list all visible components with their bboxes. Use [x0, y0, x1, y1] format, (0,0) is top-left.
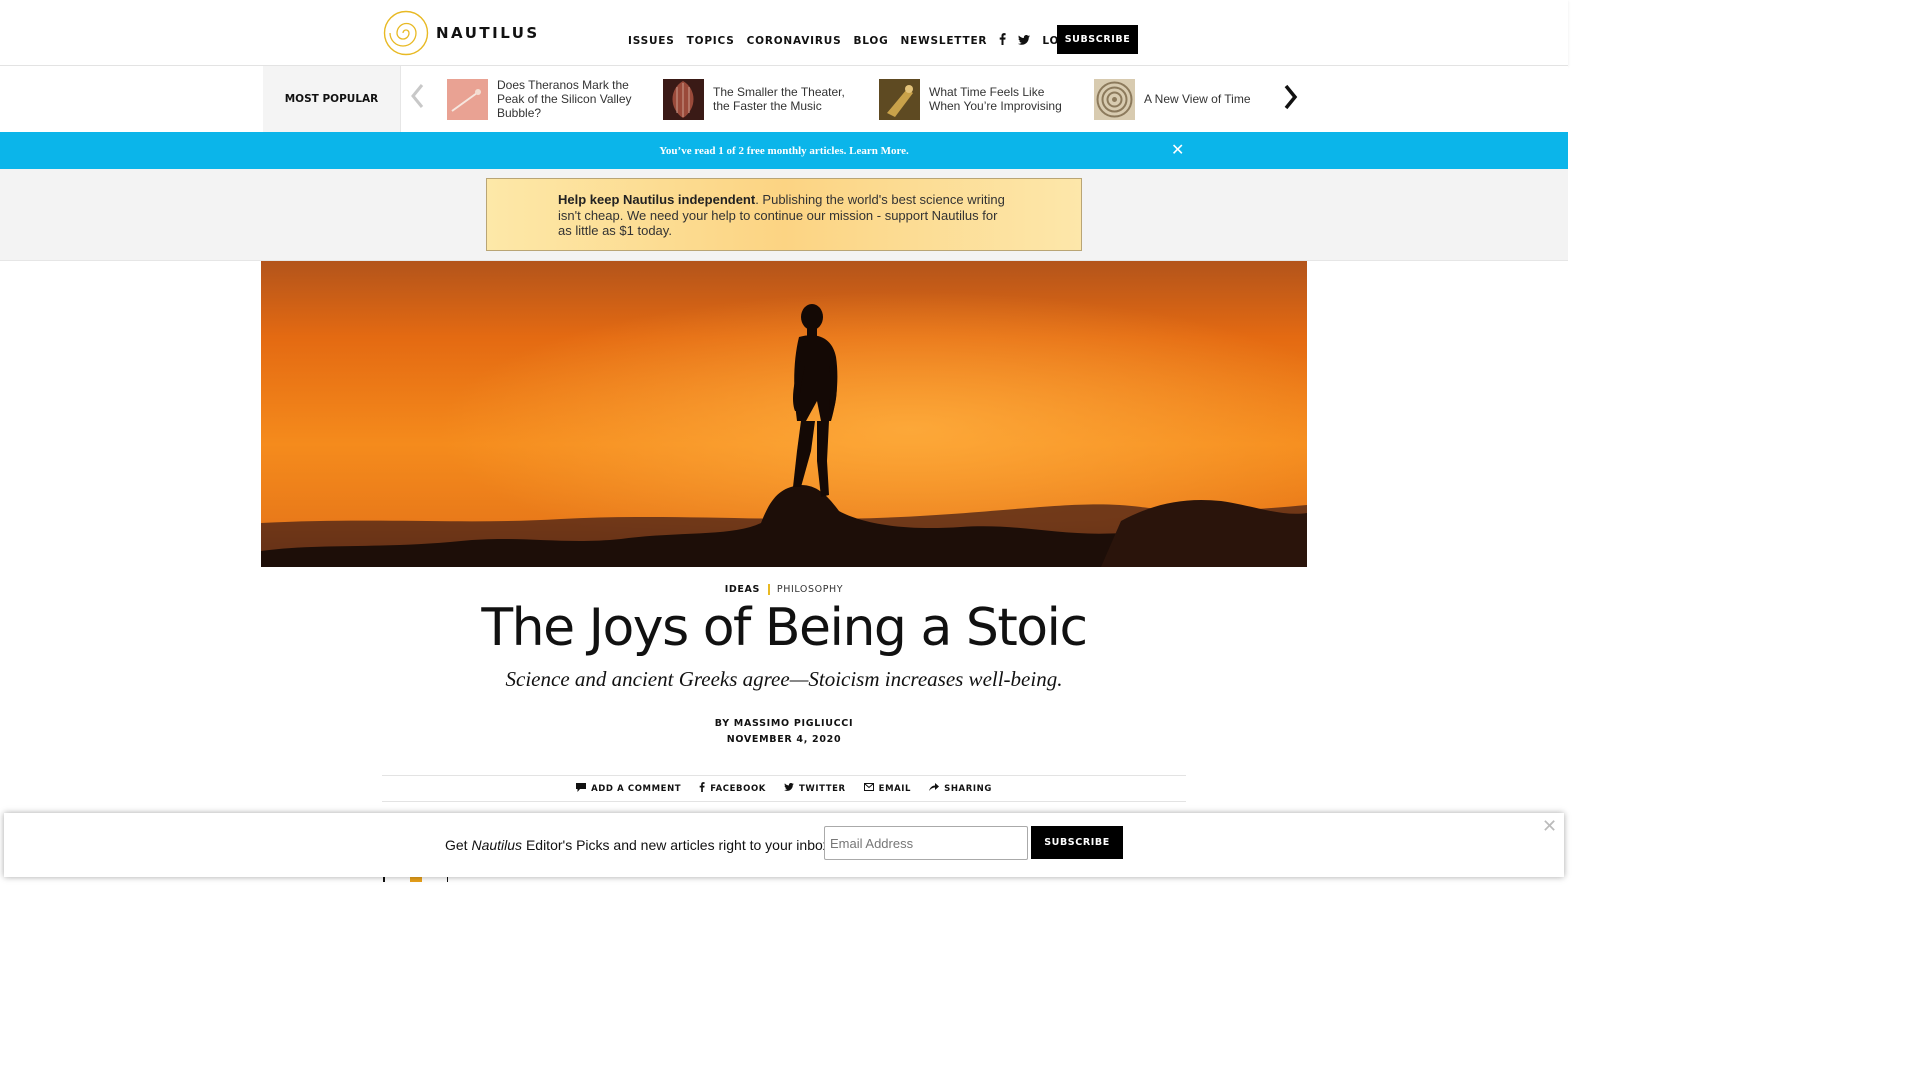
chevron-right-icon[interactable] [1284, 80, 1298, 118]
logo-text: NAUTILUS [436, 24, 540, 42]
article-limit-message: You’ve read 1 of 2 free monthly articles… [659, 144, 847, 157]
chevron-left-icon[interactable] [410, 82, 424, 117]
close-icon[interactable]: ✕ [1171, 140, 1184, 159]
most-popular-bar: MOST POPULAR Does Theranos Mark the Peak… [0, 66, 1568, 132]
article-thumbnail [663, 78, 704, 120]
nav-topics[interactable]: TOPICS [687, 35, 735, 47]
close-icon[interactable]: ✕ [1542, 816, 1557, 837]
donation-headline: Help keep Nautilus independent [558, 192, 756, 207]
nav-coronavirus[interactable]: CORONAVIRUS [747, 35, 842, 47]
share-label: EMAIL [878, 783, 912, 794]
twitter-share-button[interactable]: TWITTER [784, 783, 846, 794]
facebook-share-button[interactable]: FACEBOOK [699, 782, 766, 795]
most-popular-label-box: MOST POPULAR [263, 66, 401, 132]
article-category: IDEAS PHILOSOPHY [0, 584, 1568, 595]
email-share-button[interactable]: EMAIL [863, 783, 912, 794]
add-comment-button[interactable]: ADD A COMMENT [576, 782, 682, 795]
popular-item-title: What Time Feels Like When You’re Improvi… [929, 85, 1062, 113]
donation-banner[interactable]: Help keep Nautilus independent. Publishi… [486, 178, 1082, 251]
sharing-button[interactable]: SHARING [929, 783, 992, 794]
logo[interactable]: NAUTILUS [383, 10, 540, 56]
facebook-icon[interactable] [999, 33, 1006, 48]
comment-icon [576, 782, 587, 795]
newsletter-text-prefix: Get [445, 837, 472, 853]
main-nav: ISSUES TOPICS CORONAVIRUS BLOG NEWSLETTE… [628, 33, 1095, 48]
popular-item-title: A New View of Time [1144, 92, 1251, 106]
newsletter-text: Get Nautilus Editor's Picks and new arti… [445, 837, 834, 853]
share-label: SHARING [944, 783, 992, 794]
popular-item[interactable]: What Time Feels Like When You’re Improvi… [879, 78, 1079, 120]
nav-newsletter[interactable]: NEWSLETTER [901, 35, 988, 47]
page-title: The Joys of Being a Stoic [481, 598, 1088, 658]
popular-item[interactable]: A New View of Time [1094, 78, 1294, 120]
learn-more-link[interactable]: Learn More. [849, 145, 909, 157]
popular-item-title: The Smaller the Theater, the Faster the … [713, 85, 845, 113]
share-arrow-icon [929, 783, 940, 794]
share-label: TWITTER [798, 783, 846, 794]
nav-issues[interactable]: ISSUES [628, 35, 675, 47]
article-thumbnail [447, 78, 488, 120]
category-philosophy[interactable]: PHILOSOPHY [770, 584, 843, 595]
article-byline[interactable]: BY MASSIMO PIGLIUCCI [0, 718, 1568, 729]
site-header: NAUTILUS ISSUES TOPICS CORONAVIRUS BLOG … [0, 0, 1568, 66]
share-label: ADD A COMMENT [591, 783, 682, 794]
popular-item[interactable]: The Smaller the Theater, the Faster the … [663, 78, 863, 120]
article-thumbnail [879, 78, 920, 120]
newsletter-text-suffix: Editor's Picks and new articles right to… [522, 837, 834, 853]
category-ideas[interactable]: IDEAS [725, 584, 770, 595]
share-bar: ADD A COMMENT FACEBOOK TWITTER EMAIL SHA… [382, 775, 1186, 802]
newsletter-subscribe-button[interactable]: SUBSCRIBE [1031, 826, 1123, 859]
newsletter-signup-bar: Get Nautilus Editor's Picks and new arti… [4, 813, 1564, 877]
share-label: FACEBOOK [710, 783, 766, 794]
newsletter-text-brand: Nautilus [471, 837, 523, 853]
article-limit-bar: You’ve read 1 of 2 free monthly articles… [0, 132, 1568, 169]
most-popular-label: MOST POPULAR [284, 93, 379, 105]
article-subtitle: Science and ancient Greeks agree—Stoicis… [505, 667, 1063, 691]
email-icon [863, 783, 874, 794]
twitter-icon [784, 783, 794, 794]
article-thumbnail [1094, 78, 1135, 120]
facebook-icon [699, 782, 705, 795]
popular-item[interactable]: Does Theranos Mark the Peak of the Silic… [447, 78, 647, 120]
donation-text: Help keep Nautilus independent. Publishi… [558, 192, 1008, 239]
twitter-icon[interactable] [1018, 34, 1031, 48]
article-limit-text: You’ve read 1 of 2 free monthly articles… [659, 145, 909, 157]
donation-area: Help keep Nautilus independent. Publishi… [0, 169, 1568, 261]
hero-image [261, 261, 1307, 567]
popular-item-title: Does Theranos Mark the Peak of the Silic… [497, 78, 632, 120]
email-field[interactable] [824, 826, 1028, 860]
nav-blog[interactable]: BLOG [853, 35, 888, 47]
header-subscribe-button[interactable]: SUBSCRIBE [1057, 25, 1138, 54]
nautilus-logo-icon [383, 10, 429, 56]
article-date: NOVEMBER 4, 2020 [726, 734, 842, 745]
